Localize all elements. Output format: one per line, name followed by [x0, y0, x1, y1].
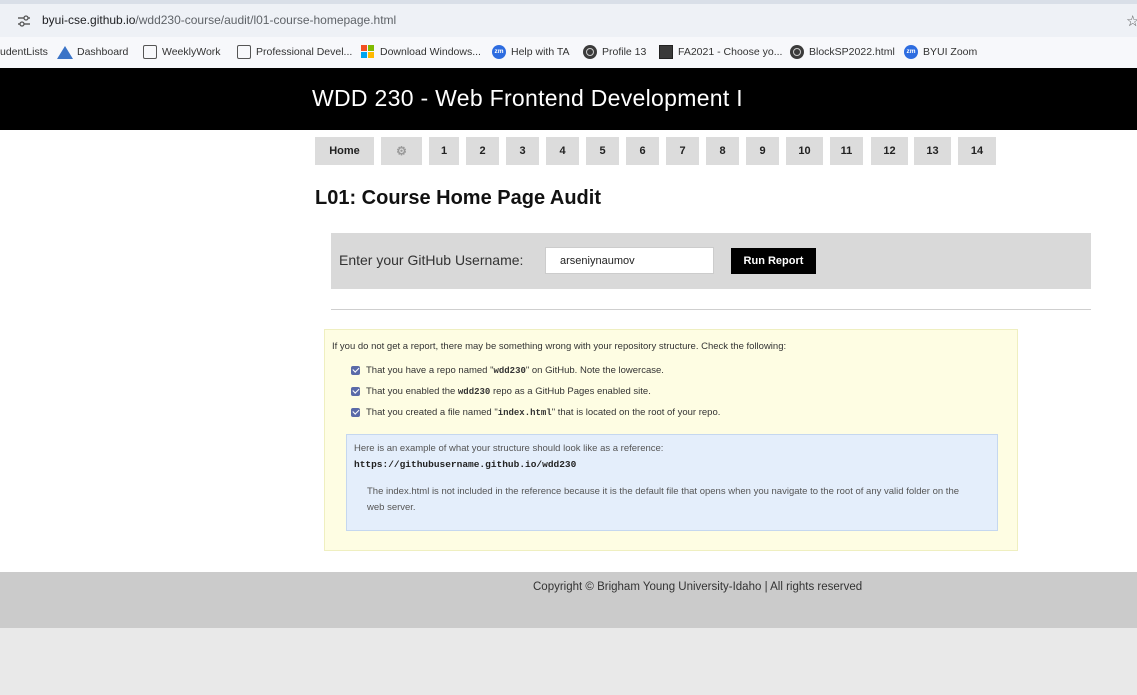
- nav-week-button[interactable]: 12: [871, 137, 908, 165]
- globe-icon: [583, 45, 597, 59]
- nav-week-button[interactable]: 14: [958, 137, 996, 165]
- example-note: The index.html is not included in the re…: [367, 486, 960, 513]
- fa-icon: [659, 45, 673, 59]
- bookmark-label: Help with TA: [511, 46, 570, 58]
- bookmark-item[interactable]: Dashboard: [57, 44, 129, 60]
- nav-week-button[interactable]: 10: [786, 137, 823, 165]
- divider: [331, 309, 1091, 310]
- nav-week-button[interactable]: 5: [586, 137, 619, 165]
- bookmark-label: Profile 13: [602, 46, 647, 58]
- bookmark-item[interactable]: zm BYUI Zoom: [904, 44, 977, 60]
- gear-icon: ⚙: [396, 144, 407, 158]
- canvas-icon: [57, 45, 73, 59]
- nav-week-button[interactable]: 13: [914, 137, 951, 165]
- nav-week-button[interactable]: 7: [666, 137, 699, 165]
- bookmark-label: Download Windows...: [380, 46, 481, 58]
- folder-icon: [237, 45, 251, 59]
- nav-week-button[interactable]: 11: [830, 137, 863, 165]
- github-username-input[interactable]: [545, 247, 714, 274]
- url-path: /wdd230-course/audit/l01-course-homepage…: [135, 13, 397, 27]
- nav-settings-button[interactable]: ⚙: [381, 137, 422, 165]
- username-label: Enter your GitHub Username:: [339, 252, 524, 268]
- check-item: That you created a file named "index.htm…: [351, 406, 720, 418]
- nav-week-button[interactable]: 6: [626, 137, 659, 165]
- copyright-text: Copyright © Brigham Young University-Ida…: [533, 581, 863, 593]
- bookmark-label: WeeklyWork: [162, 46, 221, 58]
- nav-week-button[interactable]: 9: [746, 137, 779, 165]
- username-form: Enter your GitHub Username: Run Report: [331, 233, 1091, 289]
- globe-icon: [790, 45, 804, 59]
- page-bottom-area: [0, 628, 1137, 695]
- address-bar[interactable]: byui-cse.github.io/wdd230-course/audit/l…: [0, 4, 1137, 37]
- check-text-pre: That you enabled the: [366, 385, 458, 397]
- checkbox-icon[interactable]: [351, 386, 360, 396]
- url-text[interactable]: byui-cse.github.io/wdd230-course/audit/l…: [42, 13, 396, 27]
- zoom-icon: zm: [904, 45, 918, 59]
- bookmarks-bar: udentLists Dashboard WeeklyWork Professi…: [0, 37, 1137, 69]
- checkbox-icon[interactable]: [351, 407, 360, 417]
- bookmark-item[interactable]: WeeklyWork: [143, 44, 221, 60]
- check-code: wdd230: [493, 365, 526, 376]
- nav-home-button[interactable]: Home: [315, 137, 374, 165]
- check-text: That you have a repo named "wdd230" on G…: [366, 365, 664, 376]
- example-box: Here is an example of what your structur…: [346, 434, 998, 531]
- bookmark-star-icon[interactable]: ☆: [1126, 12, 1137, 30]
- bookmark-label: BYUI Zoom: [923, 46, 978, 58]
- site-header: WDD 230 - Web Frontend Development I: [0, 68, 1137, 130]
- check-code: wdd230: [457, 386, 491, 397]
- bookmark-item[interactable]: BlockSP2022.html: [790, 44, 895, 60]
- check-code: index.html: [497, 407, 552, 418]
- bookmark-label: FA2021 - Choose yo...: [678, 46, 783, 58]
- bookmark-item[interactable]: udentLists: [0, 44, 48, 60]
- bookmark-item[interactable]: FA2021 - Choose yo...: [659, 44, 782, 60]
- run-report-button[interactable]: Run Report: [731, 248, 816, 274]
- bookmark-item[interactable]: Download Windows...: [361, 44, 481, 60]
- check-text-pre: That you created a file named ": [366, 406, 498, 418]
- bookmark-label: Professional Devel...: [256, 46, 353, 58]
- folder-icon: [143, 45, 157, 59]
- check-text-pre: That you have a repo named ": [366, 364, 494, 376]
- site-title: WDD 230 - Web Frontend Development I: [312, 85, 743, 111]
- check-text-post: " on GitHub. Note the lowercase.: [525, 364, 664, 376]
- bookmark-item[interactable]: Professional Devel...: [237, 44, 352, 60]
- troubleshooting-intro: If you do not get a report, there may be…: [332, 341, 787, 352]
- troubleshooting-box: If you do not get a report, there may be…: [324, 329, 1018, 551]
- check-text-post: " that is located on the root of your re…: [551, 406, 721, 418]
- bookmark-label: Dashboard: [77, 46, 129, 58]
- nav-week-button[interactable]: 8: [706, 137, 739, 165]
- site-settings-icon[interactable]: [17, 15, 31, 27]
- example-url: https://githubusername.github.io/wdd230: [354, 459, 577, 470]
- bookmark-label: udentLists: [0, 46, 48, 58]
- check-text: That you enabled the wdd230 repo as a Gi…: [366, 386, 651, 397]
- check-item: That you enabled the wdd230 repo as a Gi…: [351, 385, 651, 397]
- nav-week-button[interactable]: 1: [429, 137, 459, 165]
- checkbox-icon[interactable]: [351, 365, 360, 375]
- check-text: That you created a file named "index.htm…: [366, 407, 720, 418]
- windows-icon: [361, 45, 375, 59]
- check-item: That you have a repo named "wdd230" on G…: [351, 364, 664, 376]
- nav-week-button[interactable]: 2: [466, 137, 499, 165]
- url-host: byui-cse.github.io: [42, 13, 136, 27]
- page-title: L01: Course Home Page Audit: [315, 187, 601, 209]
- bookmark-item[interactable]: zm Help with TA: [492, 44, 570, 60]
- check-text-post: repo as a GitHub Pages enabled site.: [490, 385, 651, 397]
- bookmark-label: BlockSP2022.html: [809, 46, 895, 58]
- nav-week-button[interactable]: 3: [506, 137, 539, 165]
- bookmark-item[interactable]: Profile 13: [583, 44, 646, 60]
- nav-week-button[interactable]: 4: [546, 137, 579, 165]
- example-intro: Here is an example of what your structur…: [354, 443, 664, 454]
- zoom-icon: zm: [492, 45, 506, 59]
- site-footer: Copyright © Brigham Young University-Ida…: [0, 572, 1137, 628]
